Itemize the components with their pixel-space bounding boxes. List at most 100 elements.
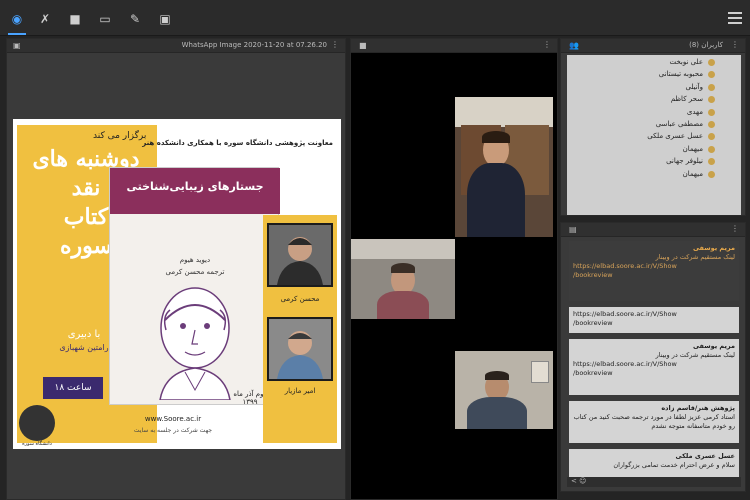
chat-link[interactable]: https://elbad.soore.ac.ir/V/Show	[573, 310, 735, 319]
logo-text: دانشگاه سوره	[22, 441, 52, 447]
top-toolbar: ◉ ✗ ■ ▭ ✎ ▣	[0, 0, 750, 36]
book-card: جستارهای زیبایی‌شناختی دیوید هیوم ترجمه …	[109, 167, 280, 406]
poster-header: معاونت پژوهشی دانشگاه سوره با همکاری دان…	[142, 139, 333, 147]
speaker1-photo	[267, 223, 333, 287]
more-options-icon[interactable]: ⋮	[731, 224, 739, 233]
chat-panel: ▤ ⋮ مریم یوسفی لینک مستقیم شرکت در وبینا…	[560, 222, 746, 492]
user-name: مصطفی عباسی	[655, 119, 703, 128]
presentation-panel: ▣ WhatsApp Image 2020-11-20 at 07.26.20 …	[6, 38, 346, 500]
webcam-video[interactable]	[455, 351, 553, 429]
webcam-video[interactable]	[351, 239, 455, 319]
presentation-header: ▣ WhatsApp Image 2020-11-20 at 07.26.20 …	[7, 39, 345, 53]
chat-message: عسل عسری ملکی سلام و عرض احترام خدمت تما…	[569, 449, 739, 477]
user-icon	[708, 158, 715, 166]
users-icon: 👥	[569, 41, 579, 50]
book-title: جستارهای زیبایی‌شناختی	[126, 180, 264, 193]
user-name: سحر کاظم	[670, 95, 703, 104]
user-item[interactable]: مصطفی عباسی	[569, 119, 739, 131]
chat-link[interactable]: /bookreview	[573, 369, 735, 378]
chat-icon: ▤	[569, 225, 577, 234]
speaker2-name: امیر مازیار	[284, 387, 316, 395]
user-icon	[708, 170, 715, 178]
more-options-icon[interactable]: ⋮	[331, 40, 339, 49]
chat-link[interactable]: /bookreview	[573, 319, 735, 328]
chat-message: مریم یوسفی لینک مستقیم شرکت در وبینار ht…	[569, 339, 739, 395]
chat-text: لینک مستقیم شرکت در وبینار	[655, 351, 735, 359]
mic-off-icon[interactable]: ✗	[36, 10, 54, 28]
video-camera-icon: ■	[359, 41, 367, 50]
users-panel: 👥 کاربران (8) ⋮ علی نوبخت محبوبه تیستانی…	[560, 38, 746, 216]
brush-icon[interactable]: ✎	[126, 10, 144, 28]
menu-icon[interactable]	[728, 12, 742, 24]
university-logo-icon	[19, 405, 55, 441]
chat-author: پژوهش هنر/قاسم زاده	[661, 404, 735, 412]
screen-share-icon[interactable]: ▭	[96, 10, 114, 28]
user-icon	[708, 59, 715, 66]
speaker1-name: محسن کرمی	[280, 295, 320, 303]
chat-author: عسل عسری ملکی	[675, 452, 735, 460]
user-item[interactable]: مهدی	[569, 107, 739, 119]
conference-app: ◉ ✗ ■ ▭ ✎ ▣ ▣ WhatsApp Image 2020-11-20 …	[0, 0, 750, 500]
chat-header: ▤ ⋮	[561, 223, 745, 237]
more-options-icon[interactable]: ⋮	[543, 40, 551, 49]
poster-site: www.Soore.ac.ir	[144, 415, 202, 423]
webcam-video[interactable]	[455, 97, 553, 237]
user-icon	[708, 96, 715, 104]
user-name: محبوبه تیستانی	[658, 70, 703, 79]
chat-link[interactable]: https://elbad.soore.ac.ir/V/Show	[573, 262, 735, 271]
user-icon	[708, 83, 715, 91]
presentation-icon: ▣	[13, 41, 21, 50]
user-item[interactable]: عسل عسری ملکی	[569, 131, 739, 143]
audio-icon[interactable]: ◉	[8, 10, 26, 35]
user-name: میهمان	[682, 144, 703, 153]
users-header: 👥 کاربران (8) ⋮	[561, 39, 745, 53]
user-item[interactable]: سحر کاظم	[569, 94, 739, 106]
camera-icon[interactable]: ■	[66, 10, 84, 28]
portrait-illustration	[159, 287, 231, 400]
user-name: وآنیلی	[685, 82, 703, 91]
chat-text: لینک مستقیم شرکت در وبینار	[655, 253, 735, 261]
poster-top-label: برگزار می کند	[93, 131, 147, 141]
user-name: عسل عسری ملکی	[647, 132, 703, 141]
user-icon	[708, 133, 715, 141]
poster-time: ساعت ۱۸	[43, 377, 103, 399]
chat-message: https://elbad.soore.ac.ir/V/Show /bookre…	[569, 307, 739, 333]
user-icon	[708, 71, 715, 79]
speaker2-photo	[267, 317, 333, 381]
user-name: میهمان	[682, 169, 703, 178]
user-list: علی نوبخت محبوبه تیستانی وآنیلی سحر کاظم…	[569, 57, 739, 181]
chat-author: مریم یوسفی	[692, 342, 735, 350]
media-icon[interactable]: ▣	[156, 10, 174, 28]
user-icon	[708, 120, 715, 128]
webcams-header: ■ ⋮	[351, 39, 557, 53]
user-item[interactable]: میهمان	[569, 144, 739, 156]
chat-message: مریم یوسفی لینک مستقیم شرکت در وبینار ht…	[569, 241, 739, 301]
chat-author: مریم یوسفی	[692, 244, 735, 252]
chat-input[interactable]: < ☺	[567, 477, 741, 487]
presentation-filename: WhatsApp Image 2020-11-20 at 07.26.20	[181, 41, 327, 49]
user-icon	[708, 108, 715, 116]
webcams-panel: ■ ⋮	[350, 38, 558, 500]
user-item[interactable]: محبوبه تیستانی	[569, 69, 739, 81]
chat-text: استاد کرمی عزیز لطفا در مورد ترجمه صحبت …	[573, 413, 735, 430]
user-name: علی نوبخت	[669, 58, 703, 66]
user-item[interactable]: وآنیلی	[569, 82, 739, 94]
chat-link[interactable]: /bookreview	[573, 271, 735, 280]
chat-input-icons[interactable]: < ☺	[571, 477, 586, 485]
book-translator: ترجمه محسن کرمی	[165, 268, 225, 276]
more-options-icon[interactable]: ⋮	[731, 40, 739, 49]
chat-text: سلام و عرض احترام خدمت تمامی بزرگواران	[613, 461, 735, 469]
user-item[interactable]: میهمان	[569, 169, 739, 181]
chat-message: پژوهش هنر/قاسم زاده استاد کرمی عزیز لطفا…	[569, 401, 739, 443]
book-author: دیوید هیوم	[179, 256, 211, 264]
user-name: نیلوفر جهانی	[666, 157, 703, 166]
chat-link[interactable]: https://elbad.soore.ac.ir/V/Show	[573, 360, 735, 369]
users-title: کاربران (8)	[689, 41, 723, 49]
user-item[interactable]: نیلوفر جهانی	[569, 156, 739, 168]
poster-image: برگزار می کند معاونت پژوهشی دانشگاه سوره…	[13, 119, 341, 449]
user-name: مهدی	[686, 107, 703, 116]
user-icon	[708, 145, 715, 153]
book-header: جستارهای زیبایی‌شناختی	[110, 168, 280, 214]
poster-site-note: جهت شرکت در جلسه به سایت	[133, 427, 213, 434]
user-item[interactable]: علی نوبخت	[569, 57, 739, 69]
